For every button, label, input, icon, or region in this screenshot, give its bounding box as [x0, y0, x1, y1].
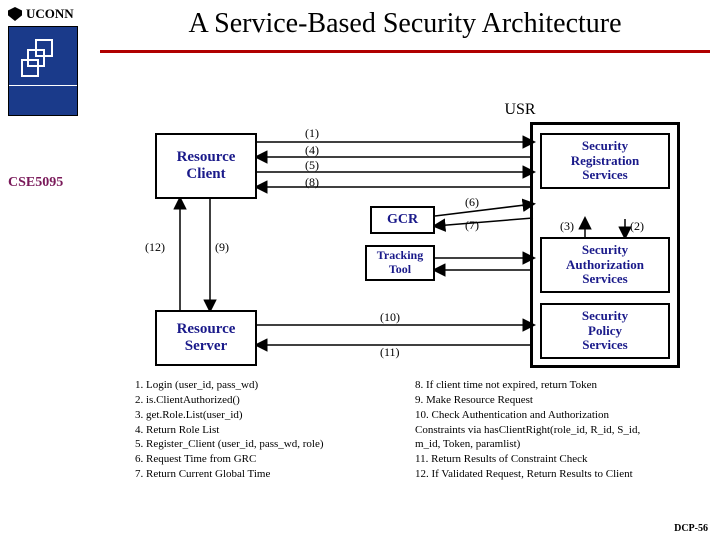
legend-item: 7. Return Current Global Time — [135, 467, 410, 482]
usr-label: USR — [495, 100, 545, 120]
legend-item: m_id, Token, paramlist) — [415, 437, 695, 452]
logo-area: UCONN — [8, 6, 93, 116]
page-title: A Service-Based Security Architecture — [100, 8, 710, 40]
box-tracking-tool: Tracking Tool — [365, 245, 435, 281]
legend-item: 11. Return Results of Constraint Check — [415, 452, 695, 467]
edge-8: (8) — [305, 175, 319, 190]
legend-item: 9. Make Resource Request — [415, 393, 695, 408]
edge-2: (2) — [630, 219, 644, 234]
legend-right: 8. If client time not expired, return To… — [415, 378, 695, 482]
edge-10: (10) — [380, 310, 400, 325]
edge-7: (7) — [465, 218, 479, 233]
divider — [100, 50, 710, 53]
edge-12: (12) — [145, 240, 165, 255]
org-label: UCONN — [8, 6, 93, 22]
course-code: CSE5095 — [8, 175, 63, 191]
legend-item: Constraints via hasClientRight(role_id, … — [415, 423, 695, 438]
header: A Service-Based Security Architecture — [100, 8, 710, 53]
org-text: UCONN — [26, 6, 74, 22]
legend-item: 6. Request Time from GRC — [135, 452, 410, 467]
dept-logo — [8, 26, 78, 116]
legend-item: 12. If Validated Request, Return Results… — [415, 467, 695, 482]
legend-item: 5. Register_Client (user_id, pass_wd, ro… — [135, 437, 410, 452]
edge-9: (9) — [215, 240, 229, 255]
box-sec-registration: Security Registration Services — [540, 133, 670, 189]
architecture-diagram: USR Resource Client GCR Tracking Tool Re… — [105, 100, 700, 470]
legend-item: 1. Login (user_id, pass_wd) — [135, 378, 410, 393]
legend-item: 4. Return Role List — [135, 423, 410, 438]
box-resource-server: Resource Server — [155, 310, 257, 366]
box-sec-authorization: Security Authorization Services — [540, 237, 670, 293]
shield-icon — [8, 7, 22, 21]
box-resource-client: Resource Client — [155, 133, 257, 199]
edge-1: (1) — [305, 126, 319, 141]
legend-item: 8. If client time not expired, return To… — [415, 378, 695, 393]
legend-item: 2. is.ClientAuthorized() — [135, 393, 410, 408]
edge-5: (5) — [305, 158, 319, 173]
legend-left: 1. Login (user_id, pass_wd) 2. is.Client… — [135, 378, 410, 482]
slide-number: DCP-56 — [674, 523, 708, 534]
box-gcr: GCR — [370, 206, 435, 234]
legend-item: 3. get.Role.List(user_id) — [135, 408, 410, 423]
edge-11: (11) — [380, 345, 400, 360]
legend-item: 10. Check Authentication and Authorizati… — [415, 408, 695, 423]
edge-6: (6) — [465, 195, 479, 210]
edge-4: (4) — [305, 143, 319, 158]
box-sec-policy: Security Policy Services — [540, 303, 670, 359]
edge-3: (3) — [560, 219, 574, 234]
